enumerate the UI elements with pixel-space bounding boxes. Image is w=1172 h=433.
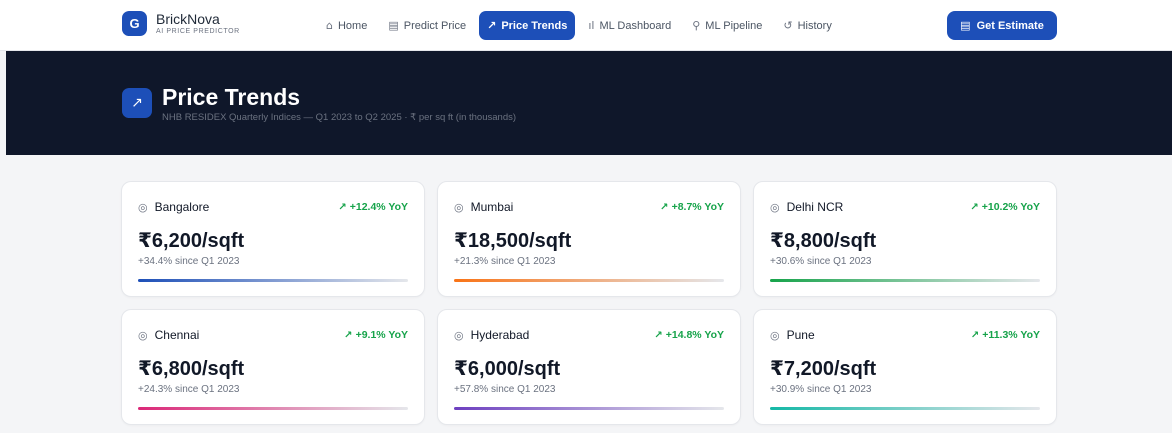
city-card[interactable]: ◎ Hyderabad ↗ +14.8% YoY ₹6,000/sqft +57…	[437, 309, 741, 425]
get-estimate-button[interactable]: ▤ Get Estimate	[947, 11, 1057, 40]
trending-up-icon: ↗	[660, 201, 669, 213]
price-per-sqft: ₹6,200/sqft	[138, 230, 245, 252]
city-card[interactable]: ◎ Chennai ↗ +9.1% YoY ₹6,800/sqft +24.3%…	[121, 309, 425, 425]
accent-bar	[770, 407, 1040, 410]
city-name: Chennai	[154, 328, 200, 342]
nav-ml-dashboard-label: ML Dashboard	[599, 19, 672, 32]
city-label: ◎ Hyderabad	[454, 328, 529, 342]
page-subtitle: NHB RESIDEX Quarterly Indices — Q1 2023 …	[162, 112, 517, 123]
trending-up-icon: ↗	[654, 329, 663, 341]
price-per-sqft: ₹8,800/sqft	[770, 230, 877, 252]
location-pin-icon: ◎	[454, 328, 464, 342]
hero-banner: ↗ Price Trends NHB RESIDEX Quarterly Ind…	[6, 51, 1172, 155]
card-header: ◎ Mumbai ↗ +8.7% YoY	[454, 200, 724, 214]
trending-up-icon: ↗	[344, 329, 353, 341]
price-per-sqft: ₹6,000/sqft	[454, 358, 561, 380]
calculator-icon: ▤	[960, 19, 971, 32]
accent-bar	[770, 279, 1040, 282]
price-per-sqft: ₹18,500/sqft	[454, 230, 572, 252]
card-header: ◎ Hyderabad ↗ +14.8% YoY	[454, 328, 724, 342]
yoy-badge: ↗ +10.2% YoY	[970, 201, 1040, 213]
growth-since-q1-2023: +34.4% since Q1 2023	[138, 256, 240, 267]
location-pin-icon: ◎	[770, 328, 780, 342]
city-name: Mumbai	[470, 200, 514, 214]
nav-price-trends-label: Price Trends	[501, 19, 568, 32]
calculator-icon: ▤	[388, 19, 399, 32]
city-label: ◎ Mumbai	[454, 200, 513, 214]
yoy-badge: ↗ +11.3% YoY	[971, 329, 1040, 341]
nav-home[interactable]: ⌂ Home	[318, 11, 375, 40]
brand-name: BrickNova	[156, 11, 220, 27]
yoy-badge: ↗ +12.4% YoY	[338, 201, 408, 213]
city-card[interactable]: ◎ Bangalore ↗ +12.4% YoY ₹6,200/sqft +34…	[121, 181, 425, 297]
page-title: Price Trends	[162, 84, 301, 110]
city-label: ◎ Delhi NCR	[770, 200, 843, 214]
city-cards: ◎ Bangalore ↗ +12.4% YoY ₹6,200/sqft +34…	[121, 181, 1057, 425]
trending-up-icon: ↗	[970, 329, 980, 341]
yoy-value: +14.8% YoY	[665, 329, 724, 341]
brand-tagline: AI PRICE PREDICTOR	[156, 28, 240, 35]
city-card[interactable]: ◎ Delhi NCR ↗ +10.2% YoY ₹8,800/sqft +30…	[753, 181, 1057, 297]
nav-history[interactable]: ↺ History	[775, 11, 839, 40]
location-pin-icon: ◎	[454, 200, 464, 214]
card-header: ◎ Chennai ↗ +9.1% YoY	[138, 328, 408, 342]
accent-bar	[454, 407, 724, 410]
city-label: ◎ Chennai	[138, 328, 199, 342]
location-pin-icon: ◎	[138, 328, 148, 342]
card-header: ◎ Pune ↗ +11.3% YoY	[770, 328, 1040, 342]
accent-bar	[138, 279, 408, 282]
nav-price-trends[interactable]: ↗ Price Trends	[479, 11, 576, 40]
trending-up-icon: ↗	[338, 201, 347, 213]
growth-since-q1-2023: +30.9% since Q1 2023	[770, 384, 872, 395]
city-name: Delhi NCR	[786, 200, 844, 214]
top-nav: G BrickNova AI PRICE PREDICTOR ⌂ Home ▤ Pr…	[0, 0, 1172, 51]
trending-up-icon: ↗	[487, 19, 497, 32]
pipeline-icon: ⚲	[692, 19, 701, 32]
city-card[interactable]: ◎ Mumbai ↗ +8.7% YoY ₹18,500/sqft +21.3%…	[437, 181, 741, 297]
yoy-badge: ↗ +9.1% YoY	[344, 329, 408, 341]
nav-history-label: History	[797, 19, 832, 32]
accent-bar	[138, 407, 408, 410]
get-estimate-label: Get Estimate	[976, 19, 1044, 32]
brand-text: BrickNova AI PRICE PREDICTOR	[156, 12, 240, 35]
nav-ml-dashboard[interactable]: ıl ML Dashboard	[580, 11, 679, 40]
growth-since-q1-2023: +24.3% since Q1 2023	[138, 384, 240, 395]
nav-predict-price[interactable]: ▤ Predict Price	[380, 11, 474, 40]
growth-since-q1-2023: +30.6% since Q1 2023	[770, 256, 872, 267]
yoy-value: +8.7% YoY	[671, 201, 724, 213]
nav-ml-pipeline-label: ML Pipeline	[705, 19, 763, 32]
yoy-badge: ↗ +14.8% YoY	[654, 329, 724, 341]
trending-up-icon: ↗	[122, 88, 152, 118]
location-pin-icon: ◎	[770, 200, 780, 214]
nav-ml-pipeline[interactable]: ⚲ ML Pipeline	[684, 11, 770, 40]
brand-logo: G	[122, 11, 147, 36]
city-name: Pune	[786, 328, 815, 342]
price-per-sqft: ₹6,800/sqft	[138, 358, 245, 380]
city-label: ◎ Pune	[770, 328, 815, 342]
card-header: ◎ Bangalore ↗ +12.4% YoY	[138, 200, 408, 214]
growth-since-q1-2023: +57.8% since Q1 2023	[454, 384, 556, 395]
nav-home-label: Home	[337, 19, 368, 32]
home-icon: ⌂	[326, 19, 333, 32]
city-label: ◎ Bangalore	[138, 200, 209, 214]
city-name: Bangalore	[154, 200, 210, 214]
city-name: Hyderabad	[470, 328, 530, 342]
yoy-badge: ↗ +8.7% YoY	[660, 201, 724, 213]
card-header: ◎ Delhi NCR ↗ +10.2% YoY	[770, 200, 1040, 214]
nav-links: ⌂ Home ▤ Predict Price ↗ Price Trends ıl ML …	[318, 11, 845, 40]
yoy-value: +11.3% YoY	[982, 329, 1040, 341]
history-icon: ↺	[783, 19, 793, 32]
accent-bar	[454, 279, 724, 282]
price-per-sqft: ₹7,200/sqft	[770, 358, 877, 380]
city-card[interactable]: ◎ Pune ↗ +11.3% YoY ₹7,200/sqft +30.9% s…	[753, 309, 1057, 425]
growth-since-q1-2023: +21.3% since Q1 2023	[454, 256, 556, 267]
nav-predict-price-label: Predict Price	[403, 19, 467, 32]
trending-up-icon: ↗	[970, 201, 979, 213]
yoy-value: +12.4% YoY	[349, 201, 408, 213]
yoy-value: +10.2% YoY	[981, 201, 1040, 213]
yoy-value: +9.1% YoY	[355, 329, 408, 341]
location-pin-icon: ◎	[138, 200, 148, 214]
brand[interactable]: G BrickNova AI PRICE PREDICTOR	[122, 11, 240, 36]
bar-chart-icon: ıl	[588, 19, 595, 32]
